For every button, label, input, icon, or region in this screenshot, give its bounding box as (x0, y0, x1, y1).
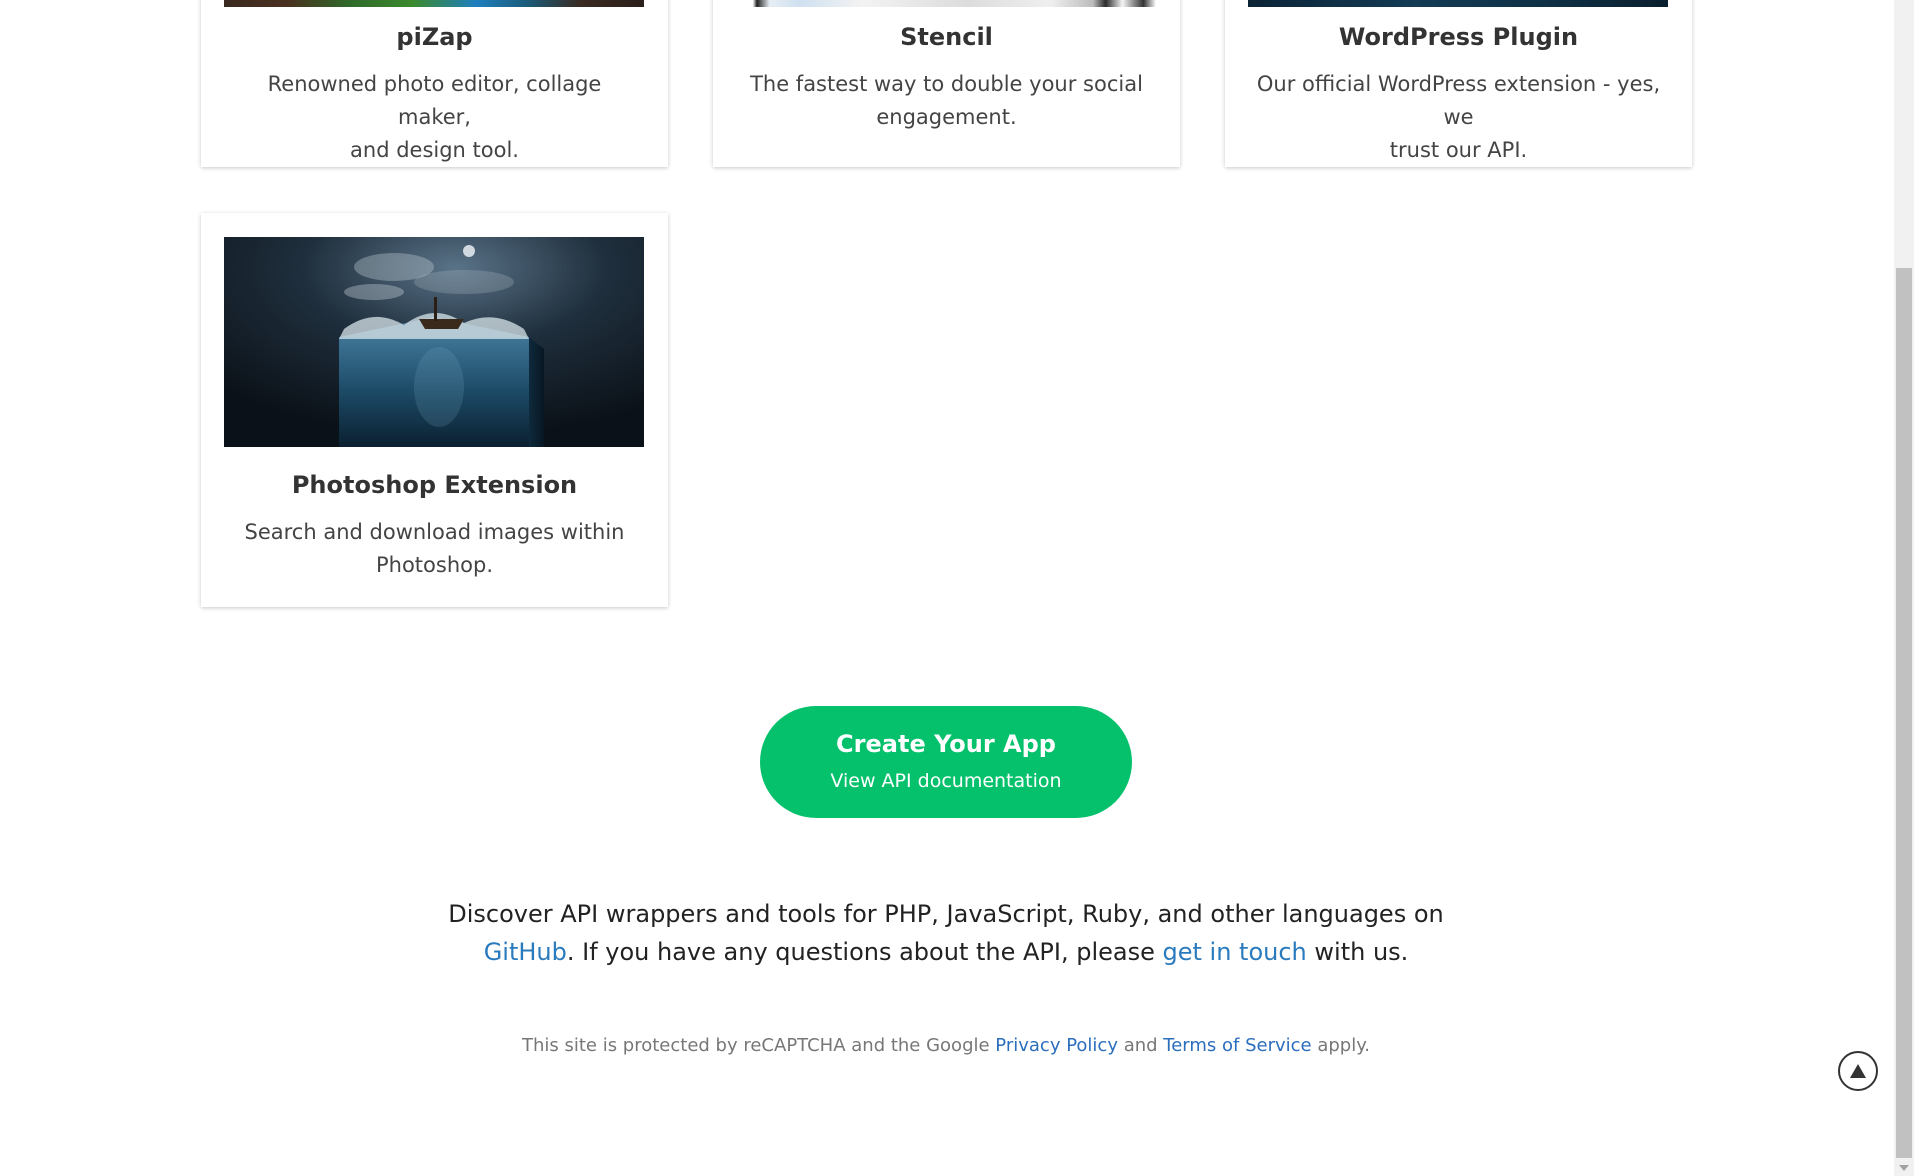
create-app-button[interactable]: Create Your App View API documentation (760, 706, 1132, 818)
privacy-policy-link[interactable]: Privacy Policy (995, 1035, 1118, 1056)
photoshop-image (224, 237, 644, 447)
recaptcha-text: This site is protected by reCAPTCHA and … (521, 1035, 996, 1056)
card-description: Search and download images within Photos… (244, 520, 625, 577)
stencil-image (736, 0, 1156, 7)
card-title: WordPress Plugin (1338, 23, 1579, 51)
card-description: Our official WordPress extension - yes, … (1256, 72, 1661, 162)
github-link[interactable]: GitHub (484, 938, 567, 966)
pizap-image (224, 0, 644, 7)
card-description: The fastest way to double your social en… (750, 72, 1143, 129)
card-title: piZap (396, 23, 473, 51)
app-card-pizap[interactable]: piZap Renowned photo editor, collage mak… (201, 0, 668, 167)
vertical-scrollbar[interactable] (1894, 0, 1914, 1176)
recaptcha-text-end: apply. (1311, 1035, 1371, 1056)
terms-of-service-link[interactable]: Terms of Service (1163, 1035, 1311, 1056)
app-card-wordpress[interactable]: WordPress Plugin Our official WordPress … (1225, 0, 1692, 167)
card-description: Renowned photo editor, collage maker, an… (267, 72, 602, 162)
page: piZap Renowned photo editor, collage mak… (0, 0, 1914, 1176)
wordpress-image (1248, 0, 1668, 7)
api-docs-label: View API documentation (830, 770, 1062, 792)
discover-text-end: with us. (1306, 938, 1409, 966)
create-app-label: Create Your App (836, 730, 1056, 758)
app-card-photoshop[interactable]: Photoshop Extension Search and download … (201, 213, 668, 607)
card-title: Stencil (900, 23, 993, 51)
discover-text-mid: . If you have any questions about the AP… (566, 938, 1163, 966)
discover-text: Discover API wrappers and tools for PHP,… (448, 900, 1444, 928)
ocean-cube-illustration (224, 237, 644, 447)
scroll-down-arrow-icon[interactable] (1894, 1160, 1914, 1176)
scroll-to-top-button[interactable] (1838, 1051, 1878, 1091)
recaptcha-text-mid: and (1117, 1035, 1164, 1056)
scrollbar-thumb[interactable] (1896, 268, 1912, 1158)
discover-paragraph: Discover API wrappers and tools for PHP,… (440, 895, 1452, 971)
arrow-up-icon (1850, 1064, 1866, 1078)
get-in-touch-link[interactable]: get in touch (1163, 938, 1307, 966)
card-title: Photoshop Extension (291, 471, 578, 499)
app-card-stencil[interactable]: Stencil The fastest way to double your s… (713, 0, 1180, 167)
recaptcha-notice: This site is protected by reCAPTCHA and … (440, 1035, 1452, 1056)
